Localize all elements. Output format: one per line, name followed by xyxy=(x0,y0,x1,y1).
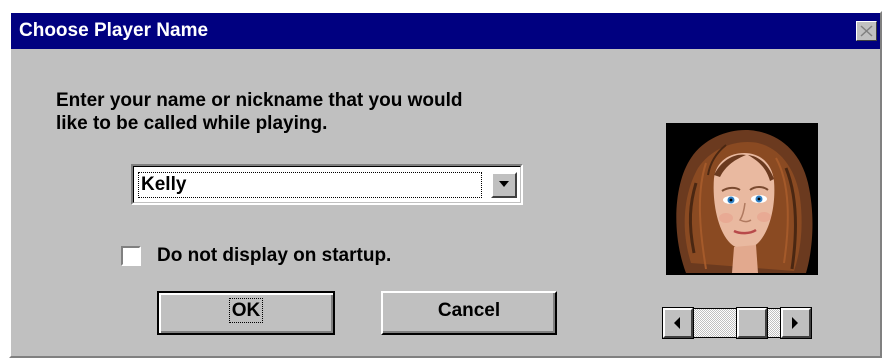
arrow-left-icon xyxy=(674,317,680,329)
close-button[interactable] xyxy=(856,21,877,41)
player-name-combobox[interactable] xyxy=(131,164,523,205)
chevron-down-icon xyxy=(499,181,509,187)
scroll-left-button[interactable] xyxy=(662,307,694,339)
dropdown-button[interactable] xyxy=(491,172,517,198)
instructions-text: Enter your name or nickname that you wou… xyxy=(56,89,596,135)
title-bar[interactable]: Choose Player Name xyxy=(11,13,880,49)
do-not-display-label[interactable]: Do not display on startup. xyxy=(157,245,391,267)
cancel-button-label: Cancel xyxy=(437,300,501,321)
ok-button[interactable]: OK xyxy=(157,291,335,335)
scrollbar-thumb[interactable] xyxy=(735,307,768,339)
avatar-face-image xyxy=(666,123,818,275)
player-name-input[interactable] xyxy=(138,172,482,198)
arrow-right-icon xyxy=(792,317,798,329)
cancel-button[interactable]: Cancel xyxy=(381,291,557,335)
choose-player-name-dialog: Choose Player Name Enter your name or ni… xyxy=(9,11,882,358)
window-title: Choose Player Name xyxy=(19,20,209,41)
instructions-line-2: like to be called while playing. xyxy=(56,113,328,134)
ok-button-label: OK xyxy=(228,298,264,323)
avatar-scrollbar[interactable] xyxy=(662,307,812,339)
scroll-right-button[interactable] xyxy=(780,307,812,339)
player-avatar xyxy=(666,123,818,275)
close-icon xyxy=(860,25,873,37)
do-not-display-checkbox[interactable] xyxy=(121,246,141,266)
instructions-line-1: Enter your name or nickname that you wou… xyxy=(56,90,463,111)
